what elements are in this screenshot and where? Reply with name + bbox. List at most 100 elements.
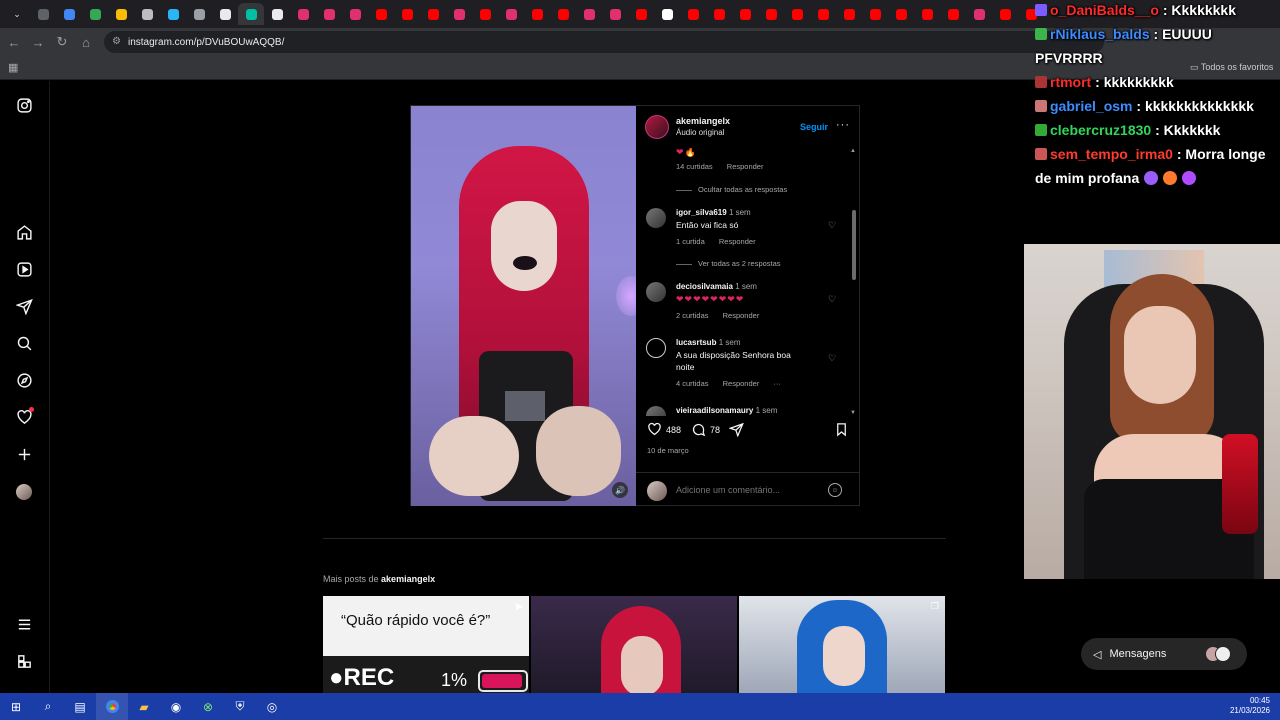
profile-avatar[interactable] [14, 482, 34, 502]
post-thumbnail[interactable]: “Quão rápido você é?” ●REC 1% ▶ [323, 596, 529, 693]
browser-tab[interactable] [706, 3, 732, 25]
browser-tab[interactable] [316, 3, 342, 25]
messages-button[interactable]: ◁ Mensagens [1081, 638, 1247, 670]
browser-tab[interactable] [82, 3, 108, 25]
like-comment-icon[interactable]: ♡ [828, 353, 836, 364]
browser-tab[interactable] [654, 3, 680, 25]
commenter-username[interactable]: lucasrtsub 1 sem [676, 338, 741, 347]
back-icon[interactable]: ← [2, 30, 26, 54]
see-replies-button[interactable]: Ver todas as 2 respostas [676, 259, 781, 268]
browser-tab[interactable] [134, 3, 160, 25]
commenter-name[interactable]: igor_silva619 [676, 208, 727, 217]
browser-tab[interactable] [30, 3, 56, 25]
comment-input[interactable] [676, 485, 816, 495]
commenter-name[interactable]: deciosilvamaia [676, 282, 733, 291]
more-options-icon[interactable]: ··· [836, 119, 850, 131]
browser-tab[interactable] [680, 3, 706, 25]
author-avatar[interactable] [645, 115, 669, 139]
xbox-icon[interactable]: ⊗ [192, 693, 224, 720]
reload-icon[interactable]: ↻ [50, 30, 74, 54]
task-view-icon[interactable]: ▤ [64, 693, 96, 720]
browser-tab[interactable] [186, 3, 212, 25]
also-from-meta-icon[interactable] [14, 651, 34, 671]
browser-tab[interactable] [914, 3, 940, 25]
hide-replies-button[interactable]: Ocultar todas as respostas [676, 185, 787, 194]
like-comment-icon[interactable]: ♡ [828, 294, 836, 305]
home-icon[interactable] [14, 222, 34, 242]
reply-button[interactable]: Responder [723, 311, 760, 320]
create-plus-icon[interactable] [14, 444, 34, 464]
browser-tab[interactable] [550, 3, 576, 25]
browser-tab[interactable] [56, 3, 82, 25]
browser-tab[interactable] [472, 3, 498, 25]
browser-tab[interactable] [290, 3, 316, 25]
follow-button[interactable]: Seguir [800, 122, 828, 132]
scroll-down-arrow[interactable]: ▼ [850, 410, 856, 416]
notifications-heart-icon[interactable] [14, 407, 34, 427]
commenter-name[interactable]: lucasrtsub [676, 338, 716, 347]
scroll-up-arrow[interactable]: ▲ [850, 148, 856, 154]
scrollbar-thumb[interactable] [852, 210, 856, 280]
search-icon[interactable] [14, 333, 34, 353]
commenter-name[interactable]: vieiraadilsonamaury [676, 406, 753, 415]
browser-tab[interactable] [758, 3, 784, 25]
reply-button[interactable]: Responder [727, 162, 764, 171]
system-clock[interactable]: 00:45 21/03/2026 [1230, 696, 1270, 716]
commenter-avatar[interactable] [646, 406, 666, 416]
menu-icon[interactable] [14, 614, 34, 634]
comment-likes[interactable]: 4 curtidas [676, 379, 709, 388]
browser-tab[interactable] [784, 3, 810, 25]
browser-tab[interactable] [394, 3, 420, 25]
reply-button[interactable]: Responder [723, 379, 760, 388]
browser-tab[interactable] [108, 3, 134, 25]
forward-icon[interactable]: → [26, 30, 50, 54]
browser-tab[interactable] [862, 3, 888, 25]
browser-tab[interactable] [420, 3, 446, 25]
file-explorer-icon[interactable]: ▰ [128, 693, 160, 720]
post-date[interactable]: 10 de março [647, 446, 689, 455]
browser-tab[interactable] [342, 3, 368, 25]
browser-tab[interactable] [836, 3, 862, 25]
browser-tab[interactable] [498, 3, 524, 25]
post-video[interactable]: 🔊 [411, 106, 636, 506]
reply-button[interactable]: Responder [719, 237, 756, 246]
browser-tab[interactable] [160, 3, 186, 25]
comment-likes[interactable]: 14 curtidas [676, 162, 713, 171]
home-icon[interactable]: ⌂ [74, 30, 98, 54]
browser-tab[interactable] [264, 3, 290, 25]
browser-tab[interactable] [992, 3, 1018, 25]
browser-tab[interactable] [524, 3, 550, 25]
post-thumbnail[interactable]: ❐ [739, 596, 945, 693]
browser-tab[interactable] [368, 3, 394, 25]
apps-grid-icon[interactable]: ▦ [8, 61, 18, 74]
direct-messages-icon[interactable] [14, 296, 34, 316]
browser-tab[interactable] [966, 3, 992, 25]
browser-tab[interactable] [628, 3, 654, 25]
security-shield-icon[interactable]: ⛨ [224, 693, 256, 720]
post-thumbnail[interactable] [531, 596, 737, 693]
commenter-username[interactable]: deciosilvamaia 1 sem [676, 282, 757, 291]
windows-start-icon[interactable]: ⊞ [0, 693, 32, 720]
author-username[interactable]: akemiangelx [676, 116, 730, 126]
browser-tab[interactable] [888, 3, 914, 25]
comment-button[interactable]: 78 [691, 422, 720, 437]
comment-likes[interactable]: 1 curtida [676, 237, 705, 246]
chrome-icon[interactable] [96, 693, 128, 720]
browser-tab[interactable] [212, 3, 238, 25]
browser-tab[interactable] [238, 3, 264, 25]
commenter-avatar[interactable] [646, 208, 666, 228]
share-button[interactable] [729, 422, 744, 437]
commenter-username[interactable]: vieiraadilsonamaury 1 sem [676, 406, 777, 415]
comments-scrollbar[interactable]: ▲ ▼ [850, 148, 858, 416]
reels-icon[interactable] [14, 259, 34, 279]
search-icon[interactable]: ⌕ [32, 693, 64, 720]
comments-list[interactable]: ❤🔥 14 curtidas Responder Ocultar todas a… [636, 148, 860, 416]
comment-more-icon[interactable]: ··· [773, 379, 781, 388]
browser-tab[interactable] [732, 3, 758, 25]
site-info-icon[interactable]: ⚙ [112, 36, 121, 47]
browser-tab[interactable] [940, 3, 966, 25]
emoji-icon[interactable]: ☺ [828, 483, 842, 497]
browser-tab[interactable] [576, 3, 602, 25]
browser-tab[interactable] [446, 3, 472, 25]
discord-icon[interactable]: ◉ [160, 693, 192, 720]
